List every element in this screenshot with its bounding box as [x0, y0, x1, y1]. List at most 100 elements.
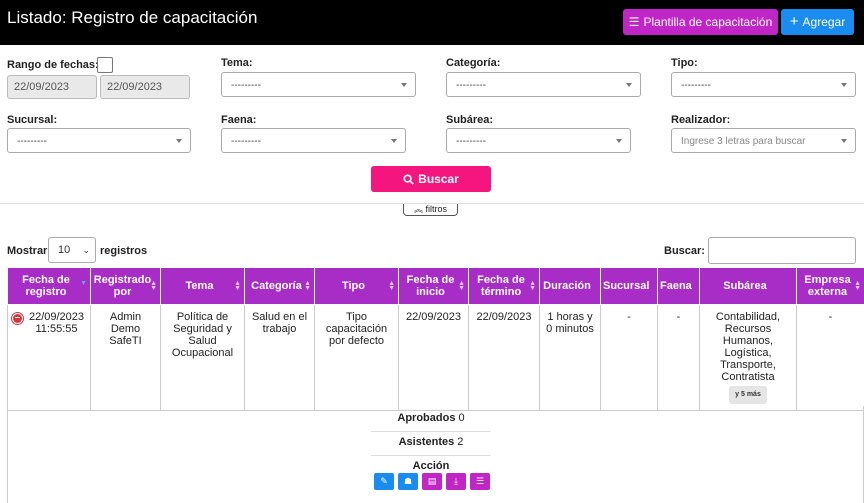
caret-down-icon: [841, 83, 847, 87]
download-button[interactable]: ⤓: [446, 473, 466, 490]
faena-select-value: ---------: [231, 136, 261, 147]
filters-toggle[interactable]: ︽ filtros: [403, 204, 458, 216]
aprobados-row: Aprobados 0: [371, 412, 491, 432]
col-sucursal[interactable]: Sucursal: [600, 267, 658, 305]
cell-tema: Política de Seguridad y Salud Ocupaciona…: [160, 304, 245, 411]
cell-subarea: Contabilidad, Recursos Humanos, Logístic…: [699, 304, 797, 411]
col-empresa-externa[interactable]: Empresa externa ▲ ▼: [796, 267, 864, 305]
action-buttons: ✎ ☗ ▤ ⤓ ☰: [374, 473, 490, 490]
sort-icon: ▲ ▼: [529, 280, 536, 292]
cell-fecha-inicio: 22/09/2023: [398, 304, 469, 411]
list-icon: ☰: [475, 476, 485, 486]
subarea-more-badge[interactable]: y 5 más: [729, 386, 767, 404]
sucursal-select[interactable]: ---------: [7, 128, 191, 153]
cell-tipo: Tipo capacitación por defecto: [314, 304, 399, 411]
cell-fecha-termino: 22/09/2023: [468, 304, 540, 411]
search-icon: [403, 173, 414, 185]
realizador-placeholder: Ingrese 3 letras para buscar: [681, 136, 806, 147]
tipo-label: Tipo:: [671, 57, 698, 69]
add-button[interactable]: + Agregar: [781, 9, 854, 35]
sort-icon: ▲ ▼: [388, 280, 395, 292]
sort-icon: ▲ ▼: [304, 280, 311, 292]
caret-down-icon: [616, 139, 622, 143]
table-search-label: Buscar:: [664, 245, 705, 257]
filters-toggle-label: filtros: [425, 204, 448, 214]
col-tema[interactable]: Tema ▲ ▼: [160, 267, 245, 305]
page-size-select[interactable]: 10 ⌄: [48, 237, 96, 263]
faena-label: Faena:: [221, 114, 257, 126]
date-range-checkbox[interactable]: [97, 57, 113, 73]
col-fecha-inicio[interactable]: Fecha de inicio ▲ ▼: [398, 267, 469, 305]
chevron-down-icon: ⌄: [82, 245, 90, 255]
subarea-text: Contabilidad, Recursos Humanos, Logístic…: [715, 311, 781, 383]
cell-registrado-por: Admin Demo SafeTI: [90, 304, 161, 411]
template-button-label: Plantilla de capacitación: [643, 15, 773, 29]
date-range-label: Rango de fechas:: [7, 59, 99, 71]
users-icon: ☗: [403, 476, 413, 486]
caret-down-icon: [391, 139, 397, 143]
show-label: Mostrar: [7, 245, 48, 257]
col-faena[interactable]: Faena: [657, 267, 700, 305]
accion-label: Acción: [412, 460, 450, 472]
categoria-select[interactable]: ---------: [446, 72, 641, 97]
page-size-value: 10: [58, 244, 71, 256]
cell-faena: -: [657, 304, 700, 411]
aprobados-label: Aprobados: [397, 412, 456, 424]
cell-categoria: Salud en el trabajo: [244, 304, 315, 411]
header-bar: Listado: Registro de capacitación ☰ Plan…: [0, 0, 864, 45]
list-icon: ☰: [628, 15, 640, 29]
tema-label: Tema:: [221, 57, 253, 69]
asistentes-label: Asistentes: [398, 436, 455, 448]
add-button-label: Agregar: [802, 15, 846, 29]
sort-icon: ▲ ▼: [458, 280, 465, 292]
accion-row: Acción: [371, 460, 491, 472]
sort-icon: ▲ ▼: [854, 280, 861, 292]
col-tipo[interactable]: Tipo ▲ ▼: [314, 267, 399, 305]
categoria-select-value: ---------: [456, 80, 486, 91]
date-from-input[interactable]: 22/09/2023: [7, 75, 97, 99]
caret-down-icon: [401, 83, 407, 87]
col-duracion[interactable]: Duración: [539, 267, 601, 305]
page-title: Listado: Registro de capacitación: [7, 8, 258, 27]
tema-select[interactable]: ---------: [221, 72, 416, 97]
aprobados-value: 0: [458, 412, 465, 424]
file-icon: ▤: [427, 476, 437, 486]
table-row[interactable]: 22/09/2023 11:55:55 Admin Demo SafeTI Po…: [7, 304, 864, 411]
template-button[interactable]: ☰ Plantilla de capacitación: [623, 9, 778, 35]
faena-select[interactable]: ---------: [221, 128, 406, 153]
col-fecha-termino[interactable]: Fecha de término ▲ ▼: [468, 267, 540, 305]
caret-down-icon: [626, 83, 632, 87]
date-to-input[interactable]: 22/09/2023: [100, 75, 190, 99]
list-button[interactable]: ☰: [470, 473, 490, 490]
attendees-button[interactable]: ☗: [398, 473, 418, 490]
tipo-select[interactable]: ---------: [671, 72, 856, 97]
cell-sucursal: -: [600, 304, 658, 411]
subarea-select[interactable]: ---------: [446, 128, 631, 153]
categoria-label: Categoría:: [446, 57, 501, 69]
pencil-icon: ✎: [380, 476, 388, 486]
collapse-row-icon[interactable]: –: [12, 313, 23, 324]
search-button[interactable]: Buscar: [371, 166, 491, 192]
plus-icon: +: [789, 13, 799, 30]
document-button[interactable]: ▤: [422, 473, 442, 490]
sucursal-label: Sucursal:: [7, 114, 58, 126]
table-search-input[interactable]: [708, 237, 856, 264]
sort-icon: ▲ ▼: [234, 280, 241, 292]
realizador-select[interactable]: Ingrese 3 letras para buscar: [671, 128, 856, 153]
double-chevron-up-icon: ︽: [413, 204, 423, 214]
download-icon: ⤓: [454, 476, 458, 486]
edit-button[interactable]: ✎: [374, 473, 394, 490]
caret-down-icon: [841, 139, 847, 143]
col-registrado-por[interactable]: Registrado por ▲ ▼: [90, 267, 161, 305]
subarea-select-value: ---------: [456, 136, 486, 147]
sucursal-select-value: ---------: [17, 136, 47, 147]
cell-empresa-externa: -: [796, 304, 864, 411]
sort-desc-icon: ▼: [80, 280, 87, 287]
records-table: Fecha de registro ▼ Registrado por ▲ ▼ Tema…: [7, 267, 864, 411]
col-categoria[interactable]: Categoría ▲ ▼: [244, 267, 315, 305]
search-button-label: Buscar: [418, 172, 459, 186]
records-label: registros: [100, 245, 148, 257]
tema-select-value: ---------: [231, 80, 261, 91]
col-subarea[interactable]: Subárea: [699, 267, 797, 305]
col-fecha-registro[interactable]: Fecha de registro ▼: [7, 267, 91, 305]
